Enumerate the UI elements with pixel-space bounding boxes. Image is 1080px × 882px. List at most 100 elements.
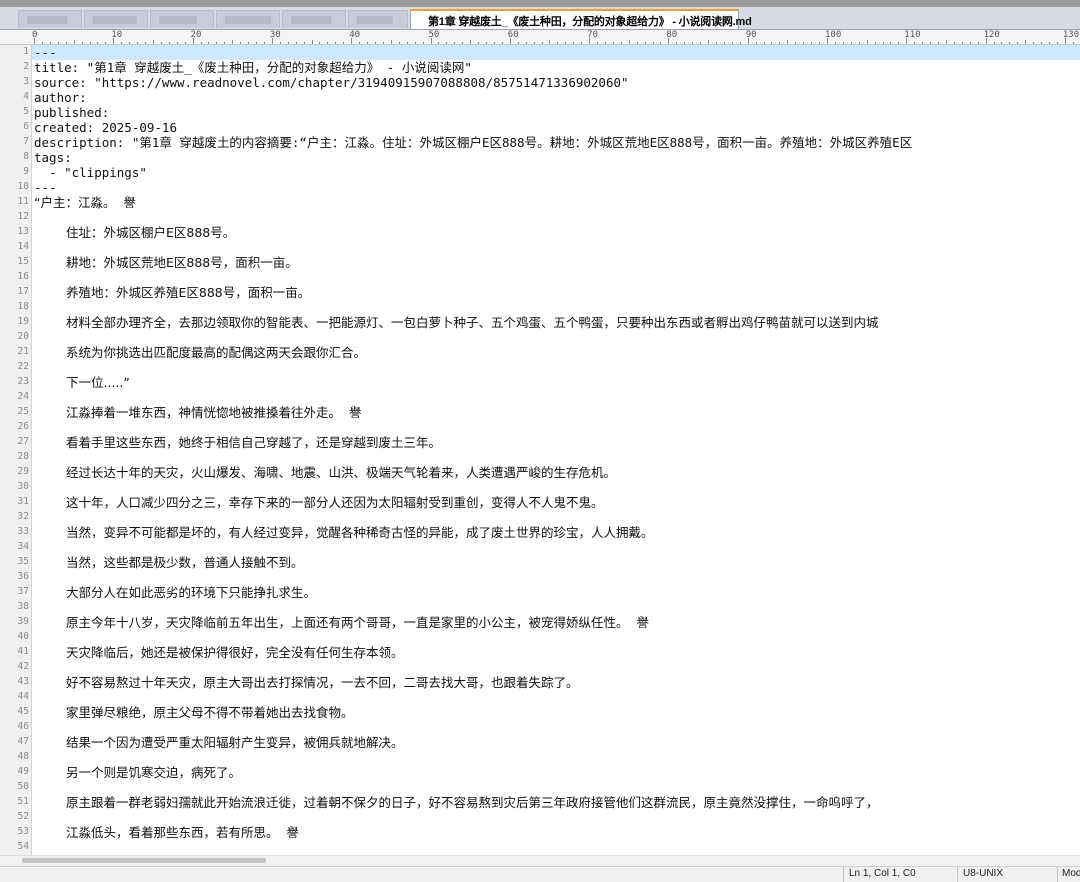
ruler-tick (715, 42, 717, 44)
ruler-tick (200, 42, 202, 44)
current-line-highlight (32, 45, 1080, 60)
line-number: 16 (17, 271, 29, 282)
line-number: 23 (17, 376, 29, 387)
ruler-tick (1025, 40, 1027, 44)
tab-blurred[interactable] (282, 10, 346, 28)
ruler-tick (549, 40, 551, 44)
ruler-tick (914, 42, 916, 44)
text-line[interactable]: 江淼低头，看着那些东西，若有所思。 譽 (66, 825, 299, 840)
text-line[interactable]: 结果一个因为遭受严重太阳辐射产生变异，被佣兵就地解决。 (66, 735, 404, 750)
text-line[interactable]: title: "第1章 穿越废土_《废土种田，分配的对象超给力》 - 小说阅读网… (34, 60, 472, 75)
ruler-tick (668, 38, 670, 44)
line-number: 46 (17, 721, 29, 732)
tab-blurred[interactable] (18, 10, 82, 28)
line-number-gutter: 1 2 3 4 5 6 7 8 9 10 11 12 13 14 15 16 17 18 19 20 21 22 23 24 2… (0, 45, 32, 855)
text-line[interactable]: description: "第1章 穿越废土的内容摘要:“户主：江淼。住址：外城… (34, 135, 912, 150)
ruler-tick (874, 42, 876, 44)
close-icon[interactable]: ✕ (721, 12, 732, 28)
ruler-tick (565, 42, 567, 44)
text-line[interactable]: 好不容易熬过十年天灾，原主大哥出去打探情况，一去不回，二哥去找大哥，也跟着失踪了… (66, 675, 579, 690)
text-line[interactable]: 当然，变异不可能都是坏的，有人经过变异，觉醒各种稀奇古怪的异能，成了废土世界的珍… (66, 525, 654, 540)
text-line[interactable]: 原主今年十八岁，天灾降临前五年出生，上面还有两个哥哥，一直是家里的小公主，被宠得… (66, 615, 649, 630)
line-number: 29 (17, 466, 29, 477)
text-line[interactable]: “户主：江淼。 譽 (34, 195, 136, 210)
ruler-tick (65, 42, 67, 44)
line-number: 41 (17, 646, 29, 657)
ruler-tick (827, 38, 828, 44)
line-number: 53 (17, 826, 29, 837)
ruler-tick (700, 42, 702, 44)
ruler-tick (319, 42, 321, 44)
line-number: 38 (17, 601, 29, 612)
text-line[interactable]: --- (34, 45, 57, 60)
text-line[interactable]: 这十年，人口减少四分之三，幸存下来的一部分人还因为太阳辐射受到重创，变得人不人鬼… (66, 495, 604, 510)
tab-blurred[interactable] (216, 10, 280, 28)
ruler-tick (993, 42, 995, 44)
ruler-tick (850, 42, 852, 44)
tab-active-document[interactable]: 第1章 穿越废土_《废土种田，分配的对象超给力》 - 小说阅读网.md ✕ (410, 9, 752, 29)
ruler-tick (676, 42, 678, 44)
text-line[interactable]: 耕地：外城区荒地E区888号，面积一亩。 (66, 255, 298, 270)
text-line[interactable]: created: 2025-09-16 (34, 120, 177, 135)
text-line[interactable]: 当然，这些都是极少数，普通人接触不到。 (66, 555, 304, 570)
text-line[interactable]: 大部分人在如此恶劣的环境下只能挣扎求生。 (66, 585, 316, 600)
ruler-tick (422, 42, 424, 44)
text-line[interactable]: 材料全部办理齐全，去那边领取你的智能表、一把能源灯、一包白萝卜种子、五个鸡蛋、五… (66, 315, 879, 330)
ruler-tick (525, 42, 527, 44)
ruler-tick (232, 40, 234, 44)
line-number: 49 (17, 766, 29, 777)
ruler-tick (541, 42, 543, 44)
text-line[interactable]: - "clippings" (34, 165, 147, 180)
text-line[interactable]: 家里弹尽粮绝，原主父母不得不带着她出去找食物。 (66, 705, 354, 720)
ruler-tick (652, 42, 654, 44)
text-line[interactable]: 系统为你挑选出匹配度最高的配偶这两天会跟你汇合。 (66, 345, 366, 360)
ruler-tick (168, 42, 170, 44)
ruler-tick (390, 40, 392, 44)
ruler-tick (628, 40, 630, 44)
encoding-indicator[interactable]: U8-UNIX (963, 868, 1003, 879)
line-number: 12 (17, 211, 29, 222)
scrollbar-thumb[interactable] (22, 858, 266, 863)
ruler-tick (335, 42, 337, 44)
line-number: 27 (17, 436, 29, 447)
window-frame (0, 0, 1080, 7)
ruler-tick (1033, 42, 1035, 44)
text-line[interactable]: 经过长达十年的天灾，火山爆发、海啸、地震、山洪、极端天气轮着来，人类遭遇严峻的生… (66, 465, 616, 480)
ruler-tick (977, 42, 979, 44)
ruler-tick (374, 42, 376, 44)
ruler-tick (271, 38, 273, 44)
line-number: 31 (17, 496, 29, 507)
tab-blurred[interactable] (84, 10, 148, 28)
text-line[interactable]: 看着手里这些东西，她终于相信自己穿越了，还是穿越到废土三年。 (66, 435, 441, 450)
horizontal-scrollbar[interactable] (0, 855, 1080, 866)
text-line[interactable]: 下一位.....” (66, 375, 130, 390)
ruler-tick (81, 42, 83, 44)
ruler-tick (953, 42, 955, 44)
ruler-tick (176, 42, 178, 44)
ruler-tick (771, 42, 773, 44)
mode-indicator[interactable]: Mod (1062, 868, 1080, 879)
text-line[interactable]: tags: (34, 150, 72, 165)
text-line[interactable]: --- (34, 180, 57, 195)
tab-blurred[interactable] (150, 10, 214, 28)
text-line[interactable]: published: (34, 105, 109, 120)
text-line[interactable]: 天灾降临后，她还是被保护得很好，完全没有任何生存本领。 (66, 645, 404, 660)
ruler-tick (398, 42, 400, 44)
ruler-tick (739, 42, 741, 44)
text-line[interactable]: author: (34, 90, 87, 105)
text-line[interactable]: 江淼捧着一堆东西，神情恍惚地被推搡着往外走。 譽 (66, 405, 361, 420)
text-line[interactable]: 原主跟着一群老弱妇孺就此开始流浪迁徙，过着朝不保夕的日子，好不容易熬到灾后第三年… (66, 795, 879, 810)
text-line[interactable]: 养殖地：外城区养殖E区888号，面积一亩。 (66, 285, 310, 300)
ruler-tick (430, 38, 432, 44)
ruler-tick (834, 42, 836, 44)
ruler-tick (803, 42, 805, 44)
tab-blurred[interactable] (348, 10, 408, 28)
text-line[interactable]: 另一个则是饥寒交迫，病死了。 (66, 765, 241, 780)
line-number: 35 (17, 556, 29, 567)
text-line[interactable]: 住址：外城区棚户E区888号。 (66, 225, 235, 240)
ruler-tick (612, 42, 614, 44)
text-line[interactable]: source: "https://www.readnovel.com/chapt… (34, 75, 629, 90)
ruler-tick (192, 38, 194, 44)
text-editor[interactable]: --- title: "第1章 穿越废土_《废土种田，分配的对象超给力》 - 小说… (32, 45, 1080, 855)
line-number: 44 (17, 691, 29, 702)
